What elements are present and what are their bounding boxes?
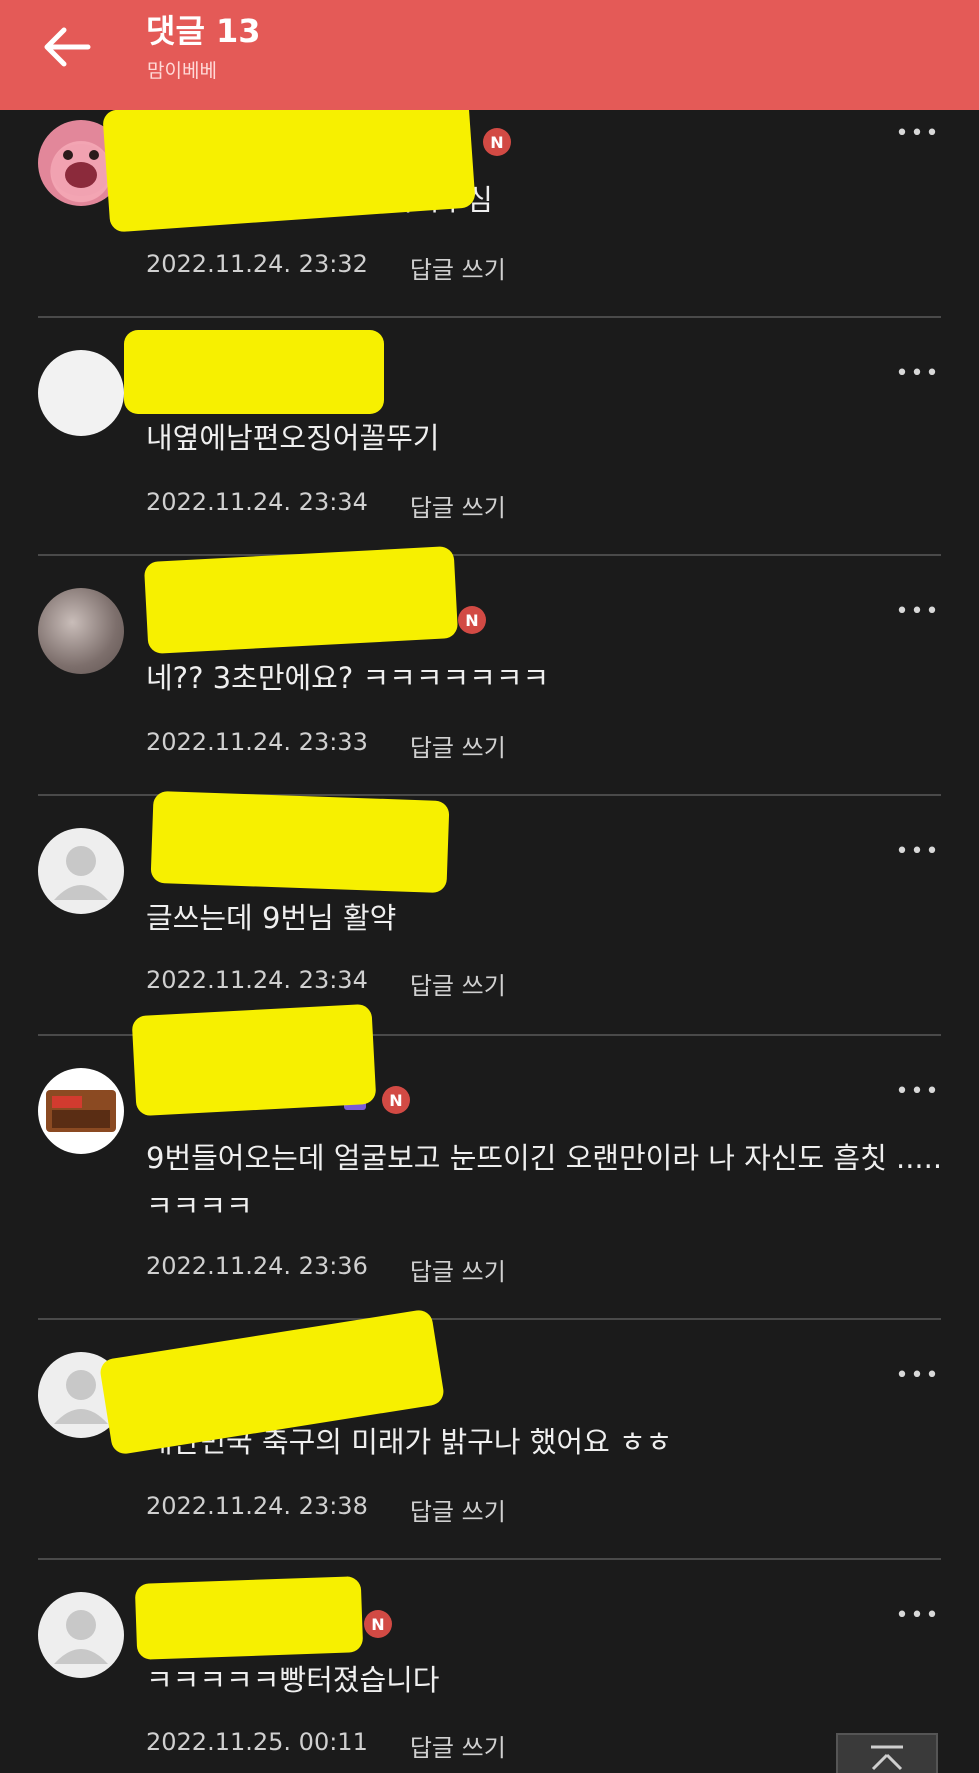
reply-button[interactable]: 답글 쓰기	[410, 1492, 506, 1527]
comment-meta: 2022.11.24. 23:33 답글 쓰기	[146, 728, 506, 763]
divider	[38, 316, 941, 318]
new-badge: N	[483, 128, 511, 156]
avatar[interactable]	[38, 1068, 124, 1154]
more-dots-icon: •••	[895, 1603, 941, 1628]
comment-timestamp: 2022.11.24. 23:33	[146, 728, 368, 756]
more-button[interactable]: •••	[896, 362, 940, 386]
divider	[38, 1318, 941, 1320]
more-dots-icon: •••	[895, 599, 941, 624]
reply-button[interactable]: 답글 쓰기	[410, 250, 506, 285]
comment-text: ㅋㅋㅋㅋㅋ빵터졌습니다	[146, 1663, 440, 1697]
reply-button[interactable]: 답글 쓰기	[410, 728, 506, 763]
comment-text: 내옆에남편오징어꼴뚜기	[146, 421, 440, 455]
more-button[interactable]: •••	[896, 840, 940, 864]
redaction-mark	[143, 545, 459, 655]
new-badge: N	[458, 606, 486, 634]
comment-text: 글쓰는데 9번님 활약	[146, 901, 397, 935]
back-button[interactable]	[38, 18, 96, 76]
divider	[38, 554, 941, 556]
comment-timestamp: 2022.11.24. 23:34	[146, 488, 368, 516]
reply-button[interactable]: 답글 쓰기	[410, 1252, 506, 1287]
divider	[38, 1558, 941, 1560]
more-button[interactable]: •••	[896, 1604, 940, 1628]
scroll-top-icon	[871, 1745, 903, 1771]
avatar-image	[46, 1090, 116, 1132]
app-header: 댓글 13 맘이베베	[0, 0, 979, 110]
cafe-name: 맘이베베	[147, 60, 217, 82]
more-dots-icon: •••	[895, 121, 941, 146]
comment-meta: 2022.11.24. 23:34 답글 쓰기	[146, 488, 506, 523]
more-button[interactable]: •••	[896, 122, 940, 146]
new-badge: N	[382, 1086, 410, 1114]
comment-timestamp: 2022.11.24. 23:32	[146, 250, 368, 278]
comment-timestamp: 2022.11.24. 23:38	[146, 1492, 368, 1520]
default-user-icon	[54, 846, 108, 900]
more-dots-icon: •••	[895, 839, 941, 864]
comment-meta: 2022.11.24. 23:36 답글 쓰기	[146, 1252, 506, 1287]
redaction-mark	[124, 330, 384, 414]
more-dots-icon: •••	[895, 1363, 941, 1388]
more-button[interactable]: •••	[896, 1364, 940, 1388]
default-user-icon	[54, 1610, 108, 1664]
avatar[interactable]	[38, 588, 124, 674]
new-badge: N	[364, 1610, 392, 1638]
more-dots-icon: •••	[895, 1079, 941, 1104]
more-button[interactable]: •••	[896, 1080, 940, 1104]
reply-button[interactable]: 답글 쓰기	[410, 488, 506, 523]
redaction-mark	[150, 790, 450, 894]
arrow-left-icon	[44, 27, 91, 67]
comment-meta: 2022.11.24. 23:34 답글 쓰기	[146, 966, 506, 1001]
comment-text: 9번들어오는데 얼굴보고 눈뜨이긴 오랜만이라 나 자신도 흠칫 ..... ㅋ…	[146, 1141, 943, 1223]
comment-timestamp: 2022.11.25. 00:11	[146, 1728, 368, 1756]
comment-text: 네?? 3초만에요? ㅋㅋㅋㅋㅋㅋㅋ	[146, 661, 550, 695]
comment-timestamp: 2022.11.24. 23:34	[146, 966, 368, 994]
comment-timestamp: 2022.11.24. 23:36	[146, 1252, 368, 1280]
redaction-mark	[190, 1072, 330, 1106]
avatar[interactable]	[38, 1592, 124, 1678]
avatar[interactable]	[38, 350, 124, 436]
redaction-mark	[134, 1576, 364, 1660]
reply-button[interactable]: 답글 쓰기	[410, 966, 506, 1001]
more-dots-icon: •••	[895, 361, 941, 386]
scroll-top-button[interactable]	[836, 1733, 938, 1773]
reply-button[interactable]: 답글 쓰기	[410, 1728, 506, 1763]
comment-meta: 2022.11.24. 23:38 답글 쓰기	[146, 1492, 506, 1527]
more-button[interactable]: •••	[896, 600, 940, 624]
page-title: 댓글 13	[146, 12, 261, 50]
comment-meta: 2022.11.25. 00:11 답글 쓰기	[146, 1728, 506, 1763]
comment-meta: 2022.11.24. 23:32 답글 쓰기	[146, 250, 506, 285]
avatar[interactable]	[38, 828, 124, 914]
